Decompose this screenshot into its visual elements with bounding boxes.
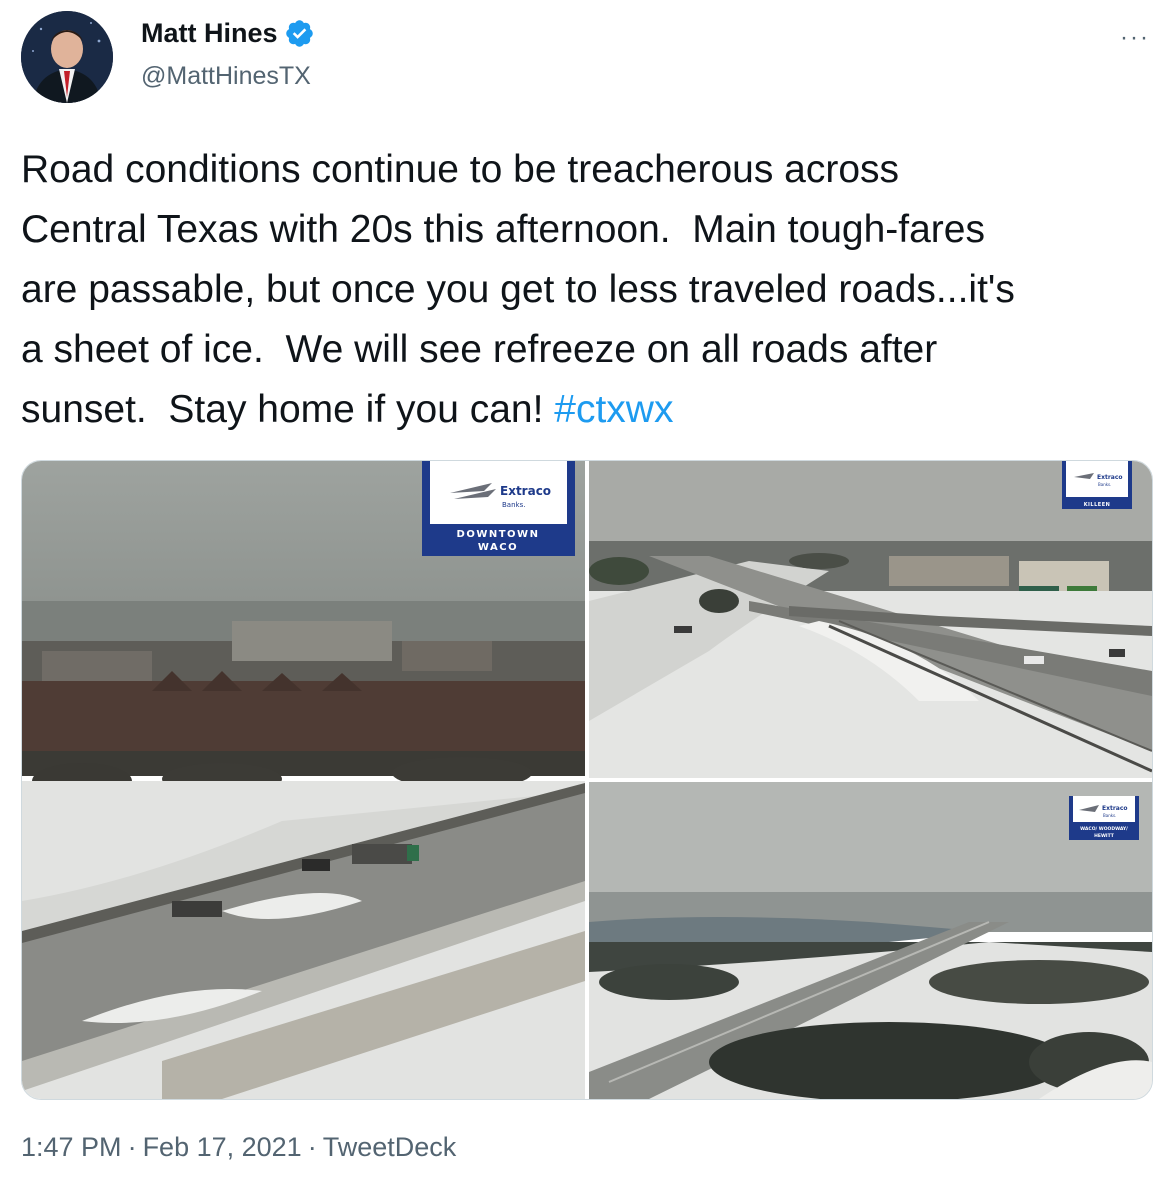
author-name[interactable]: Matt Hines — [141, 18, 278, 49]
tweet-meta: 1:47 PM · Feb 17, 2021 · TweetDeck — [21, 1132, 456, 1163]
hashtag-link[interactable]: #ctxwx — [554, 388, 673, 431]
more-options-icon[interactable]: ··· — [1120, 24, 1150, 52]
sign-location-line2: WACO — [478, 542, 518, 553]
sign-location-line2: HEWITT — [1094, 833, 1115, 839]
sign-brand-sub: Banks. — [1098, 482, 1111, 487]
tweet-source[interactable]: TweetDeck — [323, 1132, 457, 1162]
author-handle[interactable]: @MattHinesTX — [141, 62, 311, 91]
meta-separator: · — [307, 1132, 317, 1162]
tweet-text: Road conditions continue to be treachero… — [21, 140, 1151, 440]
tweet-date[interactable]: Feb 17, 2021 — [143, 1132, 302, 1162]
media-grid: Extraco Banks. DOWNTOWN WACO Extraco Ban… — [21, 460, 1153, 1100]
meta-separator: · — [127, 1132, 137, 1162]
sign-location-line1: WACO/ WOODWAY/ — [1080, 826, 1128, 832]
media-image-downtown-waco[interactable]: Extraco Banks. DOWNTOWN WACO — [22, 461, 585, 1099]
sign-brand: Extraco — [1102, 805, 1128, 812]
sign-location-line1: DOWNTOWN — [457, 529, 540, 540]
media-image-waco-woodway-hewitt[interactable]: Extraco Banks. WACO/ WOODWAY/ HEWITT — [589, 782, 1152, 1099]
author-name-row: Matt Hines — [141, 18, 315, 49]
tweet-time[interactable]: 1:47 PM — [21, 1132, 122, 1162]
sign-brand: Extraco — [500, 484, 551, 498]
sign-brand-sub: Banks. — [1103, 813, 1116, 818]
media-image-killeen[interactable]: Extraco Banks. KILLEEN — [589, 461, 1152, 778]
sign-brand-sub: Banks. — [502, 501, 525, 509]
tweet-body: Road conditions continue to be treachero… — [21, 148, 1015, 431]
sign-brand: Extraco — [1097, 474, 1123, 481]
verified-badge-icon — [284, 18, 315, 49]
avatar[interactable] — [21, 11, 113, 103]
sign-location-line1: KILLEEN — [1084, 502, 1111, 508]
